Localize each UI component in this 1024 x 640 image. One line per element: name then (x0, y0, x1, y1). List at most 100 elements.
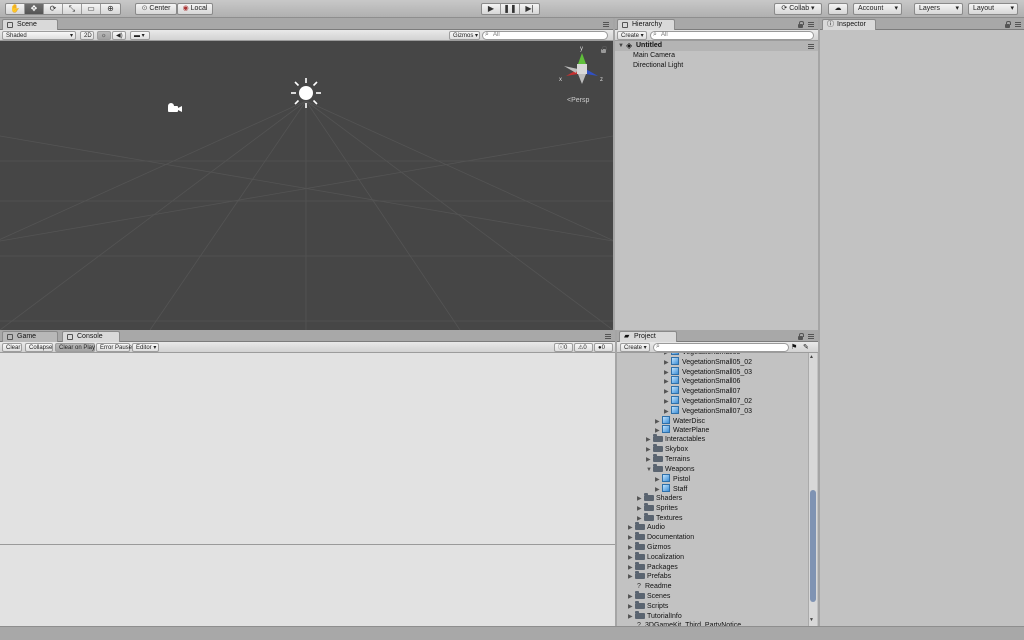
project-row[interactable]: ▶ Scripts (628, 600, 668, 612)
lock-icon[interactable] (1005, 21, 1011, 28)
audio-toggle[interactable]: ◀) (112, 31, 126, 40)
expand-arrow-icon[interactable]: ▶ (637, 504, 644, 514)
effects-dropdown[interactable]: ▬ ▾ (130, 31, 150, 40)
project-row[interactable]: ▶ VegetationSmall06 (664, 376, 740, 386)
console-log-toggle[interactable]: ⓘ0 (554, 343, 573, 352)
project-row[interactable]: ▶ TutorialInfo (628, 610, 682, 622)
project-row[interactable]: ▶ VegetationSmall07_02 (664, 396, 752, 406)
hierarchy-search-input[interactable]: All (650, 31, 814, 40)
step-button[interactable]: ▶| (520, 4, 539, 14)
cloud-button[interactable]: ☁ (828, 3, 848, 15)
directional-light-icon[interactable] (290, 77, 322, 109)
filter-by-label-icon[interactable]: ✎ (803, 343, 809, 351)
gizmos-dropdown[interactable]: Gizmos ▾ (449, 31, 480, 40)
hierarchy-item-directional-light[interactable]: Directional Light (633, 61, 683, 71)
pause-button[interactable]: ❚❚ (501, 4, 520, 14)
console-split-divider[interactable] (0, 544, 615, 545)
project-row[interactable]: ▶ Textures (637, 512, 682, 524)
2d-toggle[interactable]: 2D (80, 31, 94, 40)
console-collapse-toggle[interactable]: Collapse (25, 343, 53, 352)
expand-arrow-icon[interactable]: ▶ (628, 602, 635, 612)
camera-icon[interactable] (165, 102, 183, 114)
orientation-gizmo[interactable]: y x z (556, 44, 606, 90)
console-clear-on-play-toggle[interactable]: Clear on Play (55, 343, 95, 352)
collab-button[interactable]: ⟳ Collab ▾ (774, 3, 822, 15)
expand-arrow-icon[interactable]: ▶ (628, 563, 635, 573)
panel-menu-icon[interactable] (808, 334, 814, 339)
project-create-button[interactable]: Create ▾ (620, 343, 650, 352)
tab-inspector[interactable]: ⓘ Inspector (822, 19, 876, 30)
expand-arrow-icon[interactable]: ▶ (628, 553, 635, 563)
project-scrollbar[interactable]: ▲ ▼ (808, 353, 817, 626)
hierarchy-scene-row[interactable]: ▼ ◈ Untitled (615, 41, 818, 51)
project-row[interactable]: ▶ Pistol (655, 474, 690, 484)
filter-by-type-icon[interactable]: ⚑ (791, 343, 797, 351)
scroll-up-icon[interactable]: ▲ (809, 354, 814, 360)
pivot-center-button[interactable]: ⊙ Center (135, 3, 177, 15)
project-row[interactable]: ▶ VegetationSmall07 (664, 386, 740, 396)
project-search-input[interactable] (653, 343, 789, 352)
console-warning-toggle[interactable]: ⚠0 (574, 343, 593, 352)
project-row[interactable]: ▶ VegetationSmall07_03 (664, 405, 752, 416)
lighting-toggle[interactable]: ☼ (97, 31, 111, 40)
scale-tool-button[interactable]: ⤡ (63, 4, 82, 14)
panel-menu-icon[interactable] (603, 22, 609, 27)
console-editor-dropdown[interactable]: Editor ▾ (132, 343, 159, 352)
transform-tool-button[interactable]: ⊕ (101, 4, 120, 14)
hand-tool-button[interactable]: ✋ (6, 4, 25, 14)
scene-search-input[interactable]: All (482, 31, 608, 40)
scrollbar-thumb[interactable] (810, 490, 816, 602)
tab-hierarchy[interactable]: Hierarchy (617, 19, 675, 30)
rotate-tool-button[interactable]: ⟳ (44, 4, 63, 14)
expand-arrow-icon[interactable]: ▶ (628, 572, 635, 582)
console-error-pause-toggle[interactable]: Error Pause (96, 343, 132, 352)
hierarchy-item-main-camera[interactable]: Main Camera (633, 51, 675, 61)
move-tool-button[interactable]: ✥ (25, 4, 44, 14)
collapse-arrow-icon[interactable]: ▼ (646, 465, 653, 475)
expand-arrow-icon[interactable]: ▶ (628, 523, 635, 533)
expand-arrow-icon[interactable]: ▶ (628, 533, 635, 543)
perspective-toggle[interactable]: <Persp (567, 97, 589, 104)
tab-console[interactable]: Console (62, 331, 120, 342)
expand-arrow-icon[interactable]: ▶ (628, 592, 635, 602)
console-error-toggle[interactable]: ●0 (594, 343, 613, 352)
project-row[interactable]: ▶ VegetationSmall05_02 (664, 356, 752, 367)
layers-dropdown[interactable]: Layers ▾ (914, 3, 963, 15)
project-row[interactable]: ▶ WaterDisc (655, 415, 705, 426)
scroll-down-icon[interactable]: ▼ (809, 617, 814, 623)
hierarchy-create-button[interactable]: Create ▾ (617, 31, 647, 40)
scene-viewport[interactable]: y x z <Persp (0, 41, 613, 330)
tab-game[interactable]: Game (2, 331, 58, 342)
project-row[interactable]: ▶ Prefabs (628, 571, 671, 582)
expand-arrow-icon[interactable]: ▼ (618, 41, 624, 51)
panel-menu-icon[interactable] (1015, 22, 1021, 27)
account-dropdown[interactable]: Account ▾ (853, 3, 902, 15)
lock-icon[interactable] (798, 21, 804, 28)
play-button[interactable]: ▶ (482, 4, 501, 14)
tab-project[interactable]: ▰ Project (619, 331, 677, 342)
project-row[interactable]: ▶ WaterPlane (655, 425, 709, 435)
layout-dropdown[interactable]: Layout ▾ (968, 3, 1018, 15)
expand-arrow-icon[interactable]: ▶ (628, 612, 635, 622)
scene-menu-icon[interactable] (808, 44, 814, 49)
project-row[interactable]: ▶ Staff (655, 484, 687, 494)
pivot-local-button[interactable]: ◉ Local (177, 3, 213, 15)
expand-arrow-icon[interactable]: ▶ (646, 455, 653, 465)
panel-menu-icon[interactable] (808, 22, 814, 27)
tab-scene[interactable]: Scene (2, 19, 58, 30)
expand-arrow-icon[interactable]: ▶ (637, 494, 644, 504)
rect-tool-button[interactable]: ▭ (82, 4, 101, 14)
lock-icon[interactable] (601, 46, 607, 53)
expand-arrow-icon[interactable]: ▶ (628, 543, 635, 553)
console-clear-button[interactable]: Clear (2, 343, 22, 352)
prefab-icon (671, 366, 679, 375)
project-row[interactable]: ▶ Sprites (637, 502, 678, 514)
project-row[interactable]: ▶ Audio (628, 522, 665, 533)
panel-menu-icon[interactable] (605, 334, 611, 339)
expand-arrow-icon[interactable]: ▶ (646, 445, 653, 455)
expand-arrow-icon[interactable]: ▶ (646, 435, 653, 445)
shading-mode-dropdown[interactable]: Shaded ▾ (2, 31, 76, 40)
project-row[interactable]: ▼ Weapons (646, 463, 694, 475)
lock-icon[interactable] (798, 333, 804, 340)
project-row[interactable]: ▶ VegetationSmall05_03 (664, 366, 752, 377)
